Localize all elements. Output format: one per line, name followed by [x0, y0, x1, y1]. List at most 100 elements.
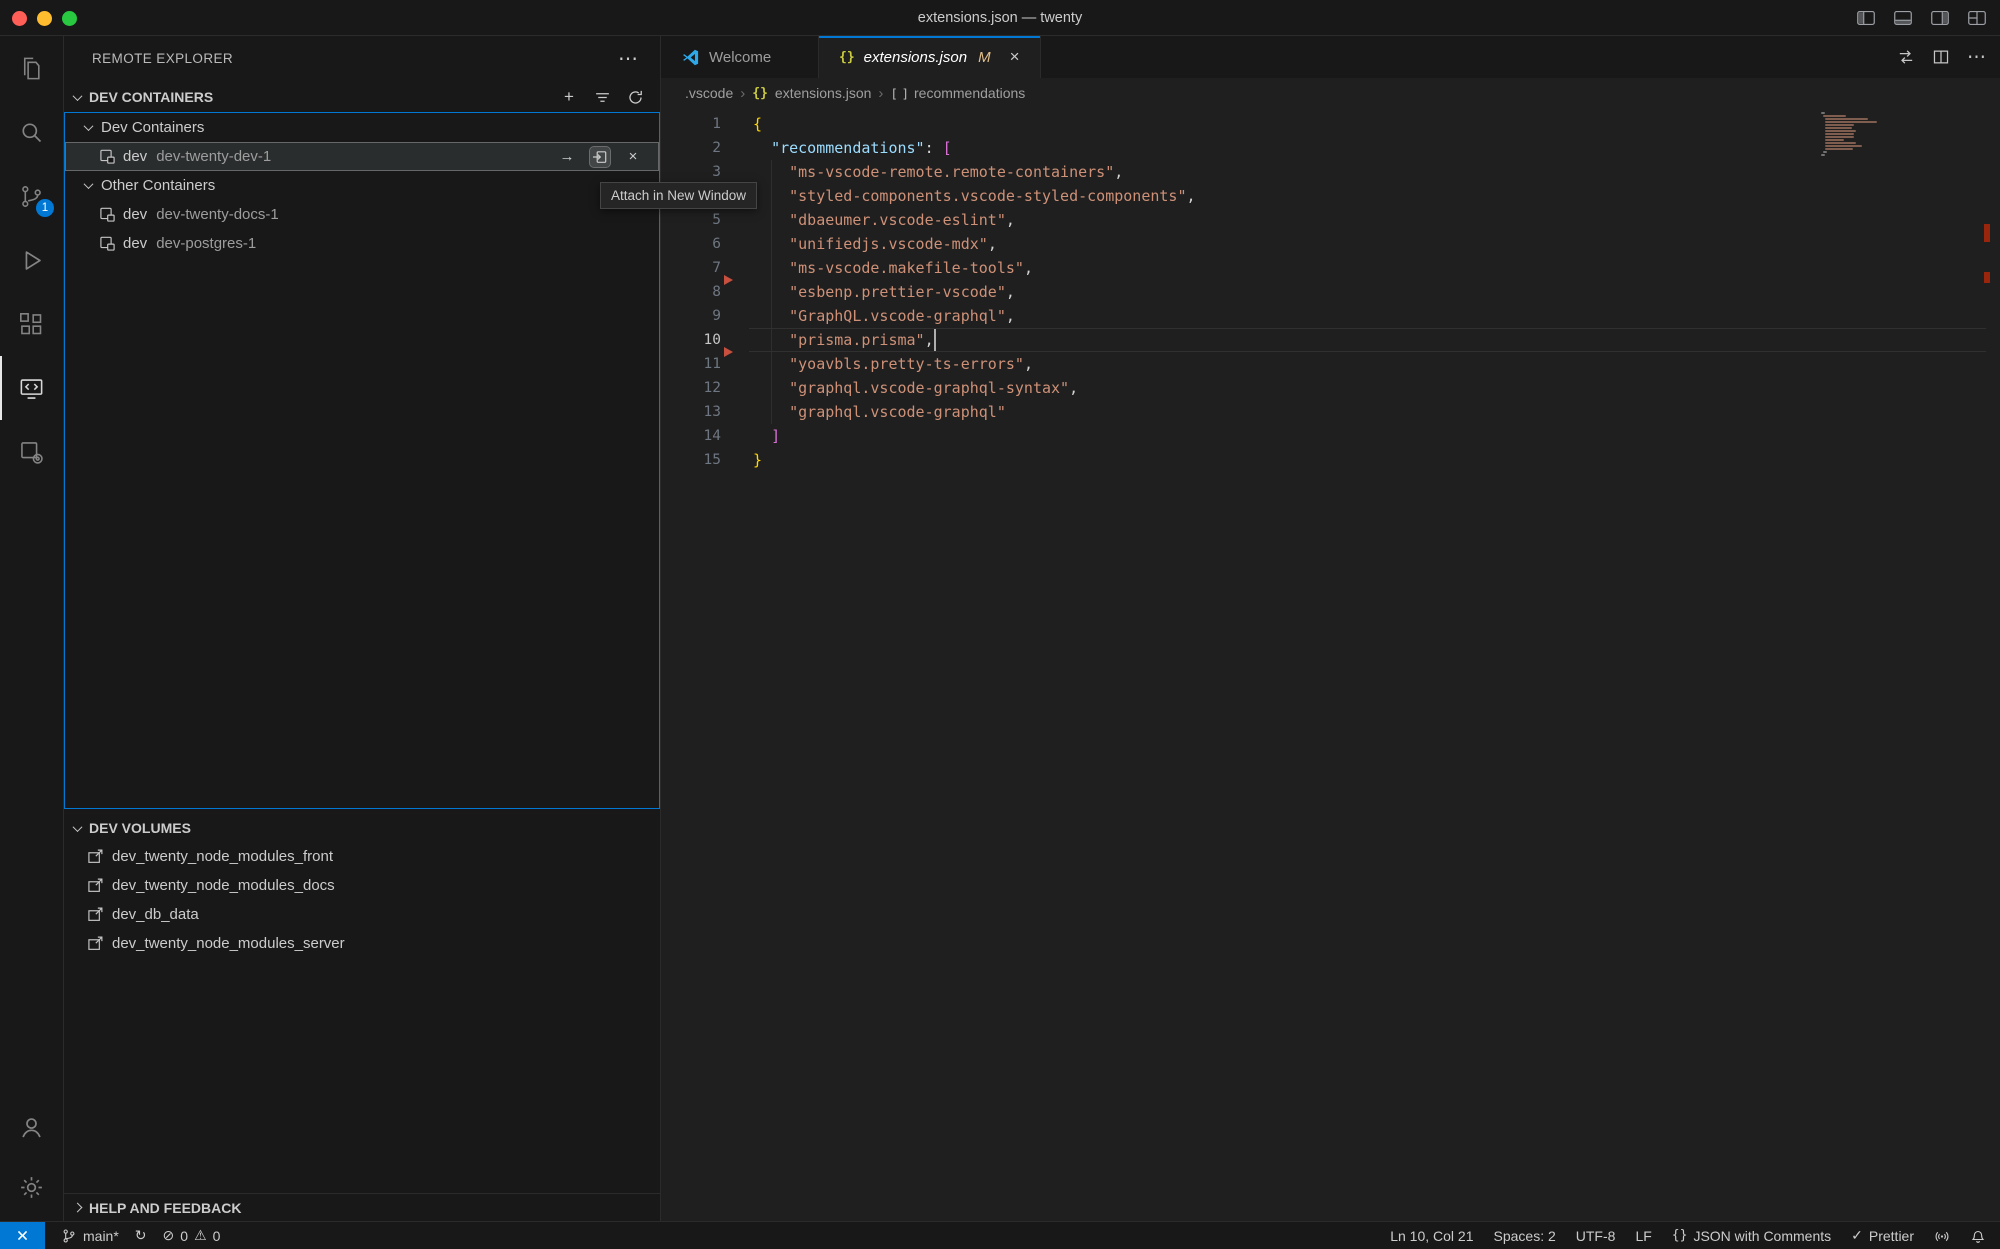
sidebar-more-actions-icon[interactable]: ⋯: [618, 36, 638, 80]
close-tab-icon[interactable]: ×: [1010, 47, 1020, 67]
language-mode-icon: {}: [1672, 1228, 1688, 1243]
tab-label: Welcome: [709, 49, 771, 66]
remove-container-icon[interactable]: ×: [623, 147, 643, 167]
tab-extensions-json[interactable]: {} extensions.json M ×: [819, 36, 1041, 78]
window-title: extensions.json — twenty: [0, 0, 2000, 36]
cursor-position-item[interactable]: Ln 10, Col 21: [1390, 1222, 1473, 1249]
code-editor[interactable]: 1{2 "recommendations": [3 "ms-vscode-rem…: [661, 108, 2000, 1221]
dev-containers-activity-item[interactable]: [0, 420, 63, 484]
refresh-icon[interactable]: [626, 88, 644, 106]
list-filter-icon[interactable]: [593, 88, 611, 106]
vscode-window: extensions.json — twenty 1 REMOTE EXPLOR…: [0, 0, 2000, 1249]
git-branch-item[interactable]: main*: [61, 1222, 119, 1249]
git-deleted-lines-marker[interactable]: [724, 275, 733, 285]
container-row[interactable]: devdev-postgres-1: [65, 229, 659, 258]
line-number: 8: [661, 280, 721, 304]
source-control-activity-item[interactable]: 1: [0, 164, 63, 228]
indentation-item[interactable]: Spaces: 2: [1494, 1222, 1556, 1249]
volume-icon: [86, 877, 104, 895]
breadcrumb-folder[interactable]: .vscode: [685, 85, 733, 101]
dev-volumes-section-header[interactable]: DEV VOLUMES: [64, 814, 660, 842]
explorer-activity-item[interactable]: [0, 36, 63, 100]
code-line: 9 "GraphQL.vscode-graphql",: [661, 304, 2000, 328]
tab-welcome[interactable]: Welcome: [661, 36, 819, 78]
run-debug-activity-item[interactable]: [0, 228, 63, 292]
code-line: 14 ]: [661, 424, 2000, 448]
volume-row[interactable]: dev_db_data: [64, 900, 660, 929]
attach-container-icon[interactable]: →: [557, 147, 577, 167]
json-file-icon: {}: [839, 50, 855, 65]
source-control-badge: 1: [36, 199, 54, 217]
activity-bar: 1: [0, 36, 64, 1221]
formatter-item[interactable]: ✓ Prettier: [1851, 1222, 1914, 1249]
eol-item[interactable]: LF: [1635, 1222, 1651, 1249]
container-group-row[interactable]: Dev Containers: [65, 113, 659, 142]
array-symbol-icon: [ ]: [890, 86, 907, 101]
code-line: 1{: [661, 112, 2000, 136]
encoding-item[interactable]: UTF-8: [1576, 1222, 1616, 1249]
settings-activity-item[interactable]: [0, 1157, 63, 1217]
container-group-row[interactable]: Other Containers: [65, 171, 659, 200]
attach-new-window-icon[interactable]: [590, 147, 610, 167]
chevron-down-icon: [73, 91, 83, 101]
errors-icon: ⊘: [163, 1227, 175, 1244]
container-name: dev: [123, 148, 147, 165]
problems-item[interactable]: ⊘ 0 ⚠ 0: [163, 1222, 221, 1249]
volume-row[interactable]: dev_twenty_node_modules_server: [64, 929, 660, 958]
broadcast-icon: [1934, 1228, 1950, 1244]
toggle-primary-sidebar-icon[interactable]: [1855, 7, 1877, 29]
errors-count: 0: [180, 1228, 188, 1244]
split-editor-icon[interactable]: [1932, 48, 1950, 66]
volume-row[interactable]: dev_twenty_node_modules_front: [64, 842, 660, 871]
git-modified-badge: M: [978, 49, 991, 66]
open-changes-icon[interactable]: [1897, 48, 1915, 66]
dev-containers-header-label: DEV CONTAINERS: [89, 89, 213, 105]
container-description: dev-twenty-docs-1: [156, 206, 279, 223]
code-lines: 1{2 "recommendations": [3 "ms-vscode-rem…: [661, 112, 2000, 472]
warnings-icon: ⚠: [194, 1227, 207, 1244]
line-number: 10: [661, 328, 721, 352]
dev-volumes-list: dev_twenty_node_modules_frontdev_twenty_…: [64, 842, 660, 958]
chevron-down-icon: [84, 121, 94, 131]
line-number: 1: [661, 112, 721, 136]
search-activity-item[interactable]: [0, 100, 63, 164]
chevron-right-icon: [73, 1203, 83, 1213]
add-dev-container-icon[interactable]: +: [560, 88, 578, 106]
toggle-panel-icon[interactable]: [1892, 7, 1914, 29]
language-mode-item[interactable]: {} JSON with Comments: [1672, 1222, 1831, 1249]
code-line: 2 "recommendations": [: [661, 136, 2000, 160]
broadcast-item[interactable]: [1934, 1222, 1950, 1249]
code-line: 6 "unifiedjs.vscode-mdx",: [661, 232, 2000, 256]
remote-explorer-activity-item[interactable]: [0, 356, 63, 420]
line-number: 13: [661, 400, 721, 424]
sidebar-title: REMOTE EXPLORER: [92, 51, 233, 66]
breadcrumb-symbol[interactable]: recommendations: [914, 85, 1025, 101]
toggle-secondary-sidebar-icon[interactable]: [1929, 7, 1951, 29]
status-bar: main* ↻ ⊘ 0 ⚠ 0 Ln 10, Col 21 Spaces: 2 …: [0, 1221, 2000, 1249]
line-number: 15: [661, 448, 721, 472]
breadcrumb-file[interactable]: extensions.json: [775, 85, 872, 101]
notifications-item[interactable]: [1970, 1222, 1986, 1249]
container-row[interactable]: devdev-twenty-docs-1: [65, 200, 659, 229]
minimap[interactable]: [1821, 112, 1897, 157]
accounts-activity-item[interactable]: [0, 1097, 63, 1157]
line-number: 12: [661, 376, 721, 400]
dev-containers-section-header[interactable]: DEV CONTAINERS +: [64, 82, 660, 112]
code-line: 8 "esbenp.prettier-vscode",: [661, 280, 2000, 304]
more-actions-icon[interactable]: ⋯: [1967, 46, 1986, 69]
help-feedback-section-header[interactable]: HELP AND FEEDBACK: [64, 1193, 660, 1221]
code-line: 4 "styled-components.vscode-styled-compo…: [661, 184, 2000, 208]
extensions-activity-item[interactable]: [0, 292, 63, 356]
container-icon: [98, 206, 116, 224]
customize-layout-icon[interactable]: [1966, 7, 1988, 29]
titlebar: extensions.json — twenty: [0, 0, 2000, 36]
text-cursor: [934, 329, 936, 351]
git-deleted-lines-marker[interactable]: [724, 347, 733, 357]
editor-group-actions: ⋯: [1897, 36, 1986, 78]
container-row[interactable]: devdev-twenty-dev-1→×: [65, 142, 659, 171]
sync-changes-item[interactable]: ↻: [135, 1222, 147, 1249]
code-line: 10 "prisma.prisma",: [661, 328, 2000, 352]
remote-indicator[interactable]: [0, 1222, 45, 1249]
volume-row[interactable]: dev_twenty_node_modules_docs: [64, 871, 660, 900]
chevron-down-icon: [84, 179, 94, 189]
